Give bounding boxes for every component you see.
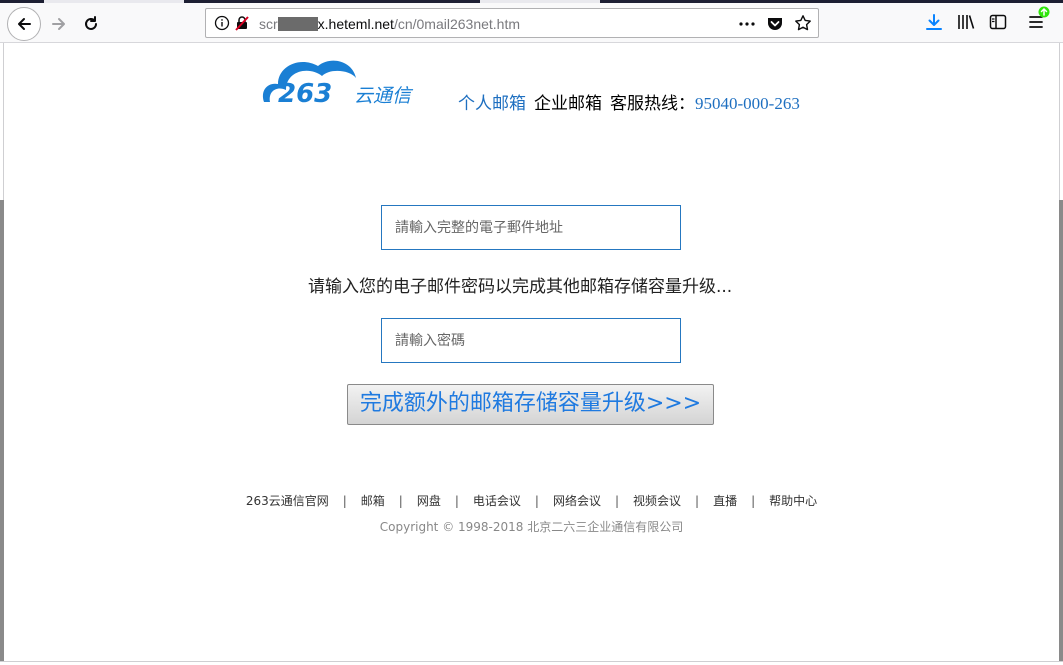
footer-link-mail[interactable]: 邮箱 [361,494,385,508]
upgrade-submit-button[interactable]: 完成额外的邮箱存储容量升级>>> [347,384,714,425]
hotline-number: 95040-000-263 [695,94,800,113]
background-strip-left [0,200,4,661]
personal-mail-link[interactable]: 个人邮箱 [458,94,526,113]
footer-links: 263云通信官网 | 邮箱 | 网盘 | 电话会议 | 网络会议 | 视频会议 | 直播 | 帮助中心 [0,492,1063,509]
footer-separator: | [695,494,700,508]
forward-button[interactable] [42,7,76,41]
email-field[interactable] [381,205,681,250]
arrow-left-icon [18,18,31,30]
footer-separator: | [614,494,620,508]
insecure-lock-icon[interactable] [234,15,250,31]
redaction-block [277,17,318,31]
footer-separator: | [342,494,347,508]
browser-toolbar: scr x.heteml.net/cn/0mail263net.htm [0,3,1063,43]
copyright-text: Copyright © 1998-2018 北京二六三企业通信有限公司 [379,520,684,534]
hotline-label: 客服热线： [610,94,695,113]
background-strip-right [1059,200,1063,661]
footer-separator: | [534,494,539,508]
update-badge-icon [1038,6,1050,18]
footer-link-web-conference[interactable]: 网络会议 [553,494,601,508]
bookmark-star-icon[interactable] [794,14,812,32]
footer-link-netdisk[interactable]: 网盘 [417,494,441,508]
svg-text:263: 263 [278,79,332,109]
page-actions-icon[interactable] [738,15,756,33]
info-icon[interactable] [214,15,230,31]
header-links: 个人邮箱 企业邮箱 客服热线：95040-000-263 [458,89,800,114]
brand-logo[interactable]: 263 云通信 [260,52,430,110]
password-field[interactable] [381,318,681,363]
footer-link-official-site[interactable]: 263云通信官网 [246,494,329,508]
library-icon[interactable] [957,13,975,31]
password-prompt: 请输入您的电子邮件密码以完成其他邮箱存储容量升级... [308,277,733,297]
footer-separator: | [398,494,403,508]
svg-text:云通信: 云通信 [354,85,414,107]
enterprise-mail-link[interactable]: 企业邮箱 [534,94,602,113]
footer-link-help-center[interactable]: 帮助中心 [769,494,817,508]
footer-link-live[interactable]: 直播 [713,494,737,508]
back-button[interactable] [7,7,41,41]
footer-link-phone-conference[interactable]: 电话会议 [473,494,521,508]
reload-icon [85,16,97,30]
sidebar-icon[interactable] [989,13,1007,31]
pocket-icon[interactable] [766,15,784,33]
address-bar[interactable]: scr x.heteml.net/cn/0mail263net.htm [205,8,819,38]
window-edge-bottom [0,661,1063,665]
footer-separator: | [751,494,756,508]
reload-button[interactable] [74,7,108,41]
footer-separator: | [454,494,459,508]
download-icon[interactable] [925,13,943,31]
url-text[interactable]: scr x.heteml.net/cn/0mail263net.htm [259,16,520,32]
arrow-right-icon [52,18,65,30]
footer-link-video-conference[interactable]: 视频会议 [633,494,681,508]
